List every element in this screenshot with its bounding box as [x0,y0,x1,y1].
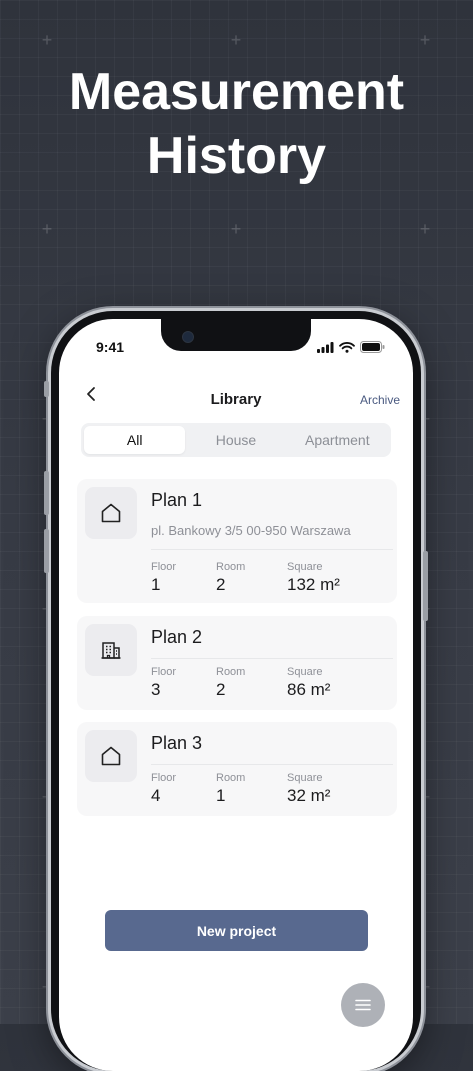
volume-up-button [44,471,49,515]
metric-value: 3 [151,680,161,699]
battery-icon [360,341,385,353]
metric-label: Floor [151,561,177,573]
status-icons [317,341,385,353]
cellular-signal-icon [317,341,334,353]
filter-segmented-control: All House Apartment [81,423,391,457]
metric-floor: Floor 4 [151,772,176,806]
plan-title: Plan 3 [151,733,203,753]
phone-screen: 9:41 Library Archive All House Apartment… [59,319,413,1071]
plan-card[interactable]: Plan 1 pl. Bankowy 3/5 00-950 Warszawa F… [77,479,397,603]
house-icon [85,487,137,539]
plan-title: Plan 1 [151,490,203,510]
plus-mark: + [41,219,53,239]
metric-label: Square [287,561,323,573]
menu-icon [355,999,371,1011]
plus-mark: + [419,219,431,239]
metric-floor: Floor 1 [151,561,176,595]
power-button [423,551,428,621]
volume-down-button [44,529,49,573]
plan-card[interactable]: Plan 2 Floor 3 Room 2 Square 86 m² [77,616,397,710]
plan-card[interactable]: Plan 3 Floor 4 Room 1 Square 32 m² [77,722,397,816]
metric-label: Room [216,666,246,678]
wifi-icon [339,341,355,353]
tab-all[interactable]: All [84,426,186,454]
metric-label: Room [216,561,246,573]
plus-mark: + [230,219,242,239]
metric-room: Room 2 [216,561,245,595]
archive-link[interactable]: Archive [360,393,400,407]
divider [151,764,393,765]
new-project-button[interactable]: New project [105,910,368,951]
metric-value: 2 [216,680,226,699]
metric-square: Square 32 m² [287,772,330,806]
plan-title: Plan 2 [151,627,203,647]
camera-icon [182,331,194,343]
metric-label: Square [287,772,323,784]
metric-value: 86 m² [287,680,331,699]
metric-floor: Floor 3 [151,666,176,700]
mute-switch [44,381,49,397]
plus-mark: + [419,30,431,50]
divider [151,658,393,659]
metric-room: Room 1 [216,772,245,806]
metric-room: Room 2 [216,666,245,700]
metric-value: 2 [216,575,226,594]
tab-house[interactable]: House [185,426,286,454]
metric-value: 1 [216,786,226,805]
hero-title: Measurement History [0,60,473,188]
metric-label: Floor [151,666,177,678]
metric-value: 4 [151,786,161,805]
phone-mockup: 9:41 Library Archive All House Apartment… [44,311,428,1071]
metric-value: 132 m² [287,575,340,594]
metric-square: Square 86 m² [287,666,330,700]
plus-mark: + [230,30,242,50]
metric-label: Room [216,772,246,784]
plan-address: pl. Bankowy 3/5 00-950 Warszawa [151,523,351,538]
metric-label: Square [287,666,323,678]
metric-value: 1 [151,575,161,594]
divider [151,549,393,550]
metric-label: Floor [151,772,177,784]
metric-value: 32 m² [287,786,331,805]
hero-title-line2: History [146,127,327,185]
building-icon [85,624,137,676]
plus-mark: + [41,30,53,50]
menu-button[interactable] [341,983,385,1027]
tab-apartment[interactable]: Apartment [287,426,388,454]
status-time: 9:41 [96,339,125,355]
hero-title-line1: Measurement [68,63,405,121]
house-icon [85,730,137,782]
metric-square: Square 132 m² [287,561,340,595]
